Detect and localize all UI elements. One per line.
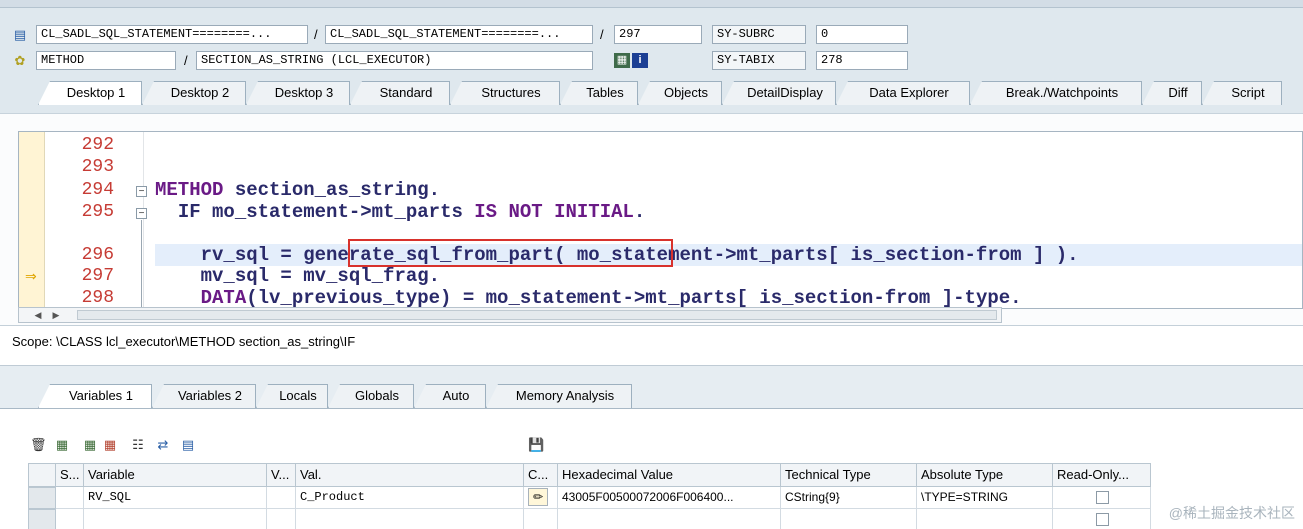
edit-pencil-icon[interactable]: ✏ (528, 488, 548, 506)
line-number: 292 (81, 135, 114, 155)
program-field[interactable]: CL_SADL_SQL_STATEMENT========... (36, 25, 308, 44)
col-header-read-only[interactable]: Read-Only... (1053, 463, 1151, 487)
source-editor[interactable]: ⇒ 292 293 294 295 296 297 298 − − METHOD… (18, 131, 1303, 309)
save-icon[interactable]: 💾 (528, 437, 544, 453)
code-line: DATA(lv_previous_type) = mo_statement->m… (200, 287, 1022, 309)
line-number: 293 (81, 157, 114, 177)
row-selector[interactable] (28, 487, 56, 509)
cell-variable[interactable]: RV_SQL (84, 487, 267, 509)
sysubrc-value[interactable]: 0 (816, 25, 908, 44)
code-line: IF mo_statement->mt_parts IS NOT INITIAL… (177, 201, 646, 223)
tab-variables-2[interactable]: Variables 2 (152, 384, 256, 408)
horizontal-scrollbar[interactable]: ◀ ▶ (18, 307, 1002, 323)
tab-diff[interactable]: Diff (1142, 81, 1202, 105)
col-header-technical-type[interactable]: Technical Type (781, 463, 917, 487)
delete-icon[interactable]: 🗑 (30, 437, 47, 453)
watermark: @稀土掘金技术社区 (1168, 505, 1295, 521)
line-number: 294 (81, 180, 114, 200)
transfer-icon[interactable]: ⇄ (155, 437, 171, 453)
source-icon[interactable]: ▦ (614, 53, 630, 68)
line-number: 295 (81, 202, 114, 222)
scope-bar: Scope: \CLASS lcl_executor\METHOD sectio… (0, 325, 1303, 365)
info-row-event: ✿ METHOD / SECTION_AS_STRING (LCL_EXECUT… (0, 50, 1303, 72)
method-icon: ✿ (14, 53, 26, 68)
program-icon: ▤ (13, 27, 27, 42)
tab-objects[interactable]: Objects (638, 81, 722, 105)
col-header-hex[interactable]: Hexadecimal Value (558, 463, 781, 487)
cell-absolute-type: \TYPE=STRING (917, 487, 1053, 509)
cell-variable-empty[interactable] (84, 509, 267, 529)
col-header-c[interactable]: C... (524, 463, 558, 487)
col-header-corner (28, 463, 56, 487)
settings-icon[interactable]: ▤ (180, 437, 196, 453)
tab-tables[interactable]: Tables (560, 81, 638, 105)
read-only-checkbox[interactable] (1096, 513, 1109, 526)
tab-locals[interactable]: Locals (256, 384, 328, 408)
col-header-value[interactable]: Val. (296, 463, 524, 487)
tab-standard[interactable]: Standard (350, 81, 450, 105)
code-line: METHOD section_as_string. (155, 179, 441, 201)
col-header-absolute-type[interactable]: Absolute Type (917, 463, 1053, 487)
line-number: 296 (81, 245, 114, 265)
highlight-box (348, 239, 673, 267)
tab-script[interactable]: Script (1202, 81, 1282, 105)
top-strip (0, 0, 1303, 8)
code-line: mv_sql = mv_sql_frag. (155, 265, 441, 287)
event-name-field[interactable]: SECTION_AS_STRING (LCL_EXECUTOR) (196, 51, 593, 70)
tab-memory-analysis[interactable]: Memory Analysis (486, 384, 632, 408)
col-header-s[interactable]: S... (56, 463, 84, 487)
fold-toggle-icon[interactable]: − (136, 208, 147, 219)
cell-hex[interactable]: 43005F00500072006F006400... (558, 487, 781, 509)
include-field[interactable]: CL_SADL_SQL_STATEMENT========... (325, 25, 593, 44)
info-icon[interactable]: i (632, 53, 648, 68)
tab-desktop-1[interactable]: Desktop 1 (38, 81, 142, 105)
col-header-variable[interactable]: Variable (84, 463, 267, 487)
tab-structures[interactable]: Structures (450, 81, 560, 105)
info-row-program: ▤ CL_SADL_SQL_STATEMENT========... / CL_… (0, 24, 1303, 46)
event-type-field[interactable]: METHOD (36, 51, 176, 70)
line-field[interactable]: 297 (614, 25, 702, 44)
cell-value[interactable]: C_Product (296, 487, 524, 509)
read-only-checkbox[interactable] (1096, 491, 1109, 504)
tab-data-explorer[interactable]: Data Explorer (836, 81, 970, 105)
scroll-left-icon[interactable]: ◀ (31, 308, 45, 322)
detail-icon[interactable]: ▦ (54, 437, 70, 453)
scroll-right-icon[interactable]: ▶ (49, 308, 63, 322)
save-variant-icon[interactable]: ▦ (82, 437, 98, 453)
export-icon[interactable]: ▦ (102, 437, 118, 453)
line-number: 297 (81, 266, 114, 286)
tab-desktop-3[interactable]: Desktop 3 (246, 81, 350, 105)
code-area: ⇒ 292 293 294 295 296 297 298 − − METHOD… (0, 113, 1303, 325)
hierarchy-icon[interactable]: ☷ (130, 437, 146, 453)
sytabix-label: SY-TABIX (712, 51, 806, 70)
fold-toggle-icon[interactable]: − (136, 186, 147, 197)
row-selector[interactable] (28, 509, 56, 529)
scope-text: Scope: \CLASS lcl_executor\METHOD sectio… (12, 334, 356, 349)
variables-section: Variables 1 Variables 2 Locals Globals A… (0, 365, 1303, 529)
code-line-current: rv_sql = generate_sql_from_part( mo_stat… (155, 244, 1302, 266)
tab-globals[interactable]: Globals (328, 384, 414, 408)
execution-arrow-icon: ⇒ (25, 268, 37, 284)
cell-technical-type: CString{9} (781, 487, 917, 509)
tab-desktop-2[interactable]: Desktop 2 (142, 81, 246, 105)
sytabix-value[interactable]: 278 (816, 51, 908, 70)
scroll-thumb[interactable] (77, 310, 997, 320)
sysubrc-label: SY-SUBRC (712, 25, 806, 44)
tab-auto[interactable]: Auto (414, 384, 486, 408)
tab-breakpoints[interactable]: Break./Watchpoints (970, 81, 1142, 105)
tab-variables-1[interactable]: Variables 1 (38, 384, 152, 408)
tab-detaildisplay[interactable]: DetailDisplay (722, 81, 836, 105)
variables-tabbar: Variables 1 Variables 2 Locals Globals A… (0, 384, 1303, 408)
line-number: 298 (81, 288, 114, 308)
desktop-tabbar: Desktop 1 Desktop 2 Desktop 3 Standard S… (0, 81, 1303, 105)
col-header-v[interactable]: V... (267, 463, 296, 487)
